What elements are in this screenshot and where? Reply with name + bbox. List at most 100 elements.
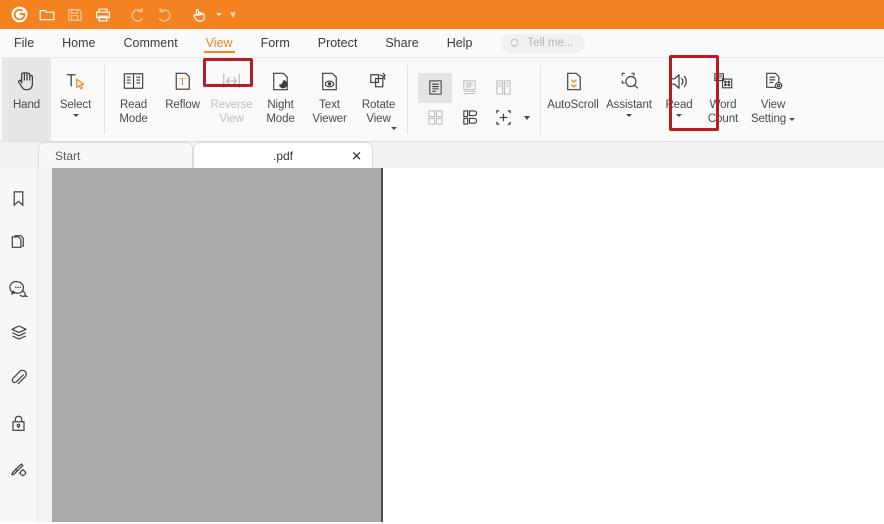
- read-dropdown-arrow[interactable]: [676, 114, 682, 117]
- assistant-dropdown-arrow[interactable]: [626, 114, 632, 117]
- split-view-button[interactable]: [486, 103, 520, 133]
- customize-quick-access-button[interactable]: ▾: [225, 3, 241, 27]
- pdf-reader-window: ▾ File Home Comment View Form Protect Sh…: [0, 0, 884, 524]
- menu-tab-share[interactable]: Share: [371, 29, 432, 57]
- cover-page-layout-button[interactable]: [452, 103, 486, 133]
- word-count-button[interactable]: AB WordCount: [701, 58, 745, 141]
- hand-tool-button[interactable]: Hand: [2, 58, 51, 141]
- menu-tab-help[interactable]: Help: [433, 29, 487, 57]
- sidebar-item-bookmarks[interactable]: [6, 186, 32, 210]
- document-tab-strip: Start .pdf ✕: [0, 142, 884, 168]
- text-select-icon: [62, 63, 89, 99]
- menu-tab-home[interactable]: Home: [48, 29, 109, 57]
- reverse-view-button[interactable]: ReverseView: [207, 58, 256, 141]
- svg-text:AB: AB: [715, 75, 723, 81]
- assistant-label: Assistant: [606, 99, 652, 113]
- split-view-dropdown-arrow[interactable]: [520, 103, 534, 133]
- assistant-icon: [616, 63, 643, 99]
- text-viewer-label: TextViewer: [312, 99, 346, 126]
- view-setting-button[interactable]: ViewSetting: [745, 58, 801, 141]
- reverse-view-label: ReverseView: [210, 99, 252, 126]
- menu-label: File: [14, 36, 34, 50]
- undo-button[interactable]: [124, 3, 150, 27]
- select-tool-label: Select: [60, 99, 91, 113]
- bookmark-icon: [9, 189, 28, 208]
- page-layout-row-2: [418, 103, 534, 133]
- menu-tab-file[interactable]: File: [0, 29, 48, 57]
- menu-tab-view[interactable]: View: [192, 29, 247, 57]
- read-mode-button[interactable]: ReadMode: [109, 58, 158, 141]
- print-button[interactable]: [90, 3, 116, 27]
- rotate-view-button[interactable]: RotateView: [354, 58, 403, 141]
- page-layout-row-1: [418, 73, 534, 103]
- hand-click-tool-dropdown[interactable]: [214, 3, 223, 27]
- redo-button[interactable]: [152, 3, 178, 27]
- pdf-viewer-canvas[interactable]: [38, 168, 884, 522]
- app-logo[interactable]: [6, 3, 32, 27]
- menu-label: Form: [261, 36, 290, 50]
- menu-label: Comment: [124, 36, 178, 50]
- ribbon-group-reading-tools: AutoScroll Assistant Read AB W: [545, 58, 801, 141]
- text-viewer-button[interactable]: TextViewer: [305, 58, 354, 141]
- ribbon-group-view-modes: ReadMode T Reflow ReverseView NightMode: [109, 58, 403, 141]
- sidebar-item-pages[interactable]: [6, 231, 32, 255]
- sidebar-item-attachments[interactable]: [6, 366, 32, 390]
- main-content-area: [0, 168, 884, 522]
- night-mode-button[interactable]: NightMode: [256, 58, 305, 141]
- autoscroll-icon: [560, 63, 587, 99]
- lightbulb-icon: [508, 37, 521, 50]
- layers-icon: [9, 323, 29, 343]
- menu-label: Home: [62, 36, 95, 50]
- save-button[interactable]: [62, 3, 88, 27]
- sidebar-item-layers[interactable]: [6, 321, 32, 345]
- tab-pdf-label: .pdf: [273, 149, 293, 163]
- comment-bubble-icon: [9, 279, 28, 298]
- menu-bar: File Home Comment View Form Protect Shar…: [0, 29, 884, 58]
- close-tab-icon[interactable]: ✕: [351, 149, 362, 162]
- night-mode-icon: [267, 63, 294, 99]
- tab-pdf-document[interactable]: .pdf ✕: [193, 142, 373, 168]
- read-mode-label: ReadMode: [119, 99, 147, 126]
- sidebar-item-signatures[interactable]: [6, 456, 32, 480]
- assistant-button[interactable]: Assistant: [601, 58, 657, 141]
- menu-tab-form[interactable]: Form: [247, 29, 304, 57]
- sidebar-item-security[interactable]: [6, 411, 32, 435]
- navigation-pane: [0, 168, 38, 522]
- word-count-label: WordCount: [708, 99, 738, 126]
- paperclip-icon: [9, 369, 28, 388]
- reflow-button[interactable]: T Reflow: [158, 58, 207, 141]
- single-page-layout-button[interactable]: [418, 73, 452, 103]
- select-tool-button[interactable]: Select: [51, 58, 100, 141]
- two-page-layout-button[interactable]: [486, 73, 520, 103]
- tell-me-search-box[interactable]: Tell me...: [500, 34, 585, 53]
- two-page-continuous-layout-button[interactable]: [418, 103, 452, 133]
- sidebar-item-comments[interactable]: [6, 276, 32, 300]
- menu-tab-comment[interactable]: Comment: [110, 29, 192, 57]
- rotate-view-icon: [365, 63, 392, 99]
- select-tool-dropdown-arrow[interactable]: [73, 114, 79, 117]
- read-label: Read: [665, 99, 692, 113]
- quick-access-toolbar: ▾: [0, 0, 884, 29]
- ribbon-group-tools: Hand Select: [2, 58, 100, 141]
- continuous-scroll-layout-button[interactable]: [452, 73, 486, 103]
- menu-tab-protect[interactable]: Protect: [304, 29, 372, 57]
- menu-label: Help: [447, 36, 473, 50]
- menu-label: View: [206, 36, 233, 50]
- word-count-icon: AB: [710, 63, 737, 99]
- view-setting-icon: [760, 63, 787, 99]
- autoscroll-button[interactable]: AutoScroll: [545, 58, 601, 141]
- rotate-view-dropdown-arrow[interactable]: [391, 127, 397, 130]
- pdf-page-canvas[interactable]: [52, 168, 383, 522]
- reverse-view-icon: [218, 63, 245, 99]
- tab-start[interactable]: Start: [38, 142, 193, 168]
- pages-icon: [9, 234, 28, 253]
- menu-label: Share: [385, 36, 418, 50]
- hand-click-tool-button[interactable]: [186, 3, 212, 27]
- view-setting-dropdown-arrow: [789, 118, 795, 121]
- rotate-view-label: RotateView: [362, 99, 395, 126]
- active-tab-underline: [204, 51, 235, 54]
- ribbon-toolbar: Hand Select ReadMode T: [0, 58, 884, 142]
- ribbon-separator: [104, 65, 105, 134]
- open-file-button[interactable]: [34, 3, 60, 27]
- read-button[interactable]: Read: [657, 58, 701, 141]
